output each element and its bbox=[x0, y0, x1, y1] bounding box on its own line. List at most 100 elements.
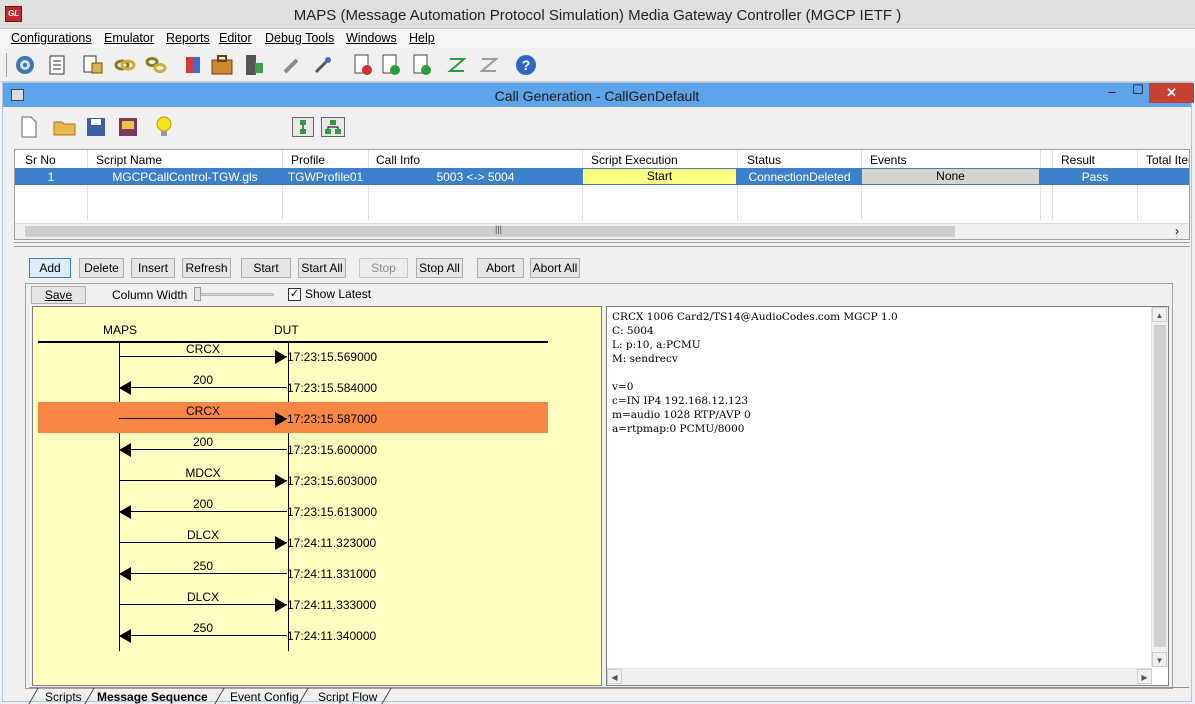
arrow-left-icon bbox=[119, 505, 131, 519]
table-row[interactable]: 1 MGCPCallControl-TGW.gls TGWProfile01 5… bbox=[15, 168, 1189, 185]
cell-sr-no: 1 bbox=[47, 170, 55, 184]
sequence-message-row[interactable]: DLCX 17:24:11.323000 bbox=[33, 526, 601, 557]
help-icon[interactable]: ? bbox=[513, 52, 539, 78]
column-width-slider[interactable] bbox=[194, 293, 274, 296]
arrow-left-icon bbox=[119, 629, 131, 643]
col-sr-no[interactable]: Sr No bbox=[25, 153, 56, 167]
detail-horizontal-scrollbar[interactable]: ◀ ▶ bbox=[607, 668, 1152, 685]
col-events[interactable]: Events bbox=[870, 153, 907, 167]
show-latest-label: Show Latest bbox=[305, 287, 372, 301]
message-timestamp: 17:24:11.331000 bbox=[287, 567, 377, 581]
col-script-name[interactable]: Script Name bbox=[96, 153, 162, 167]
cell-events[interactable]: None bbox=[862, 169, 1039, 184]
menu-emulator[interactable]: Emulator bbox=[104, 31, 154, 45]
sequence-message-row[interactable]: CRCX 17:23:15.569000 bbox=[33, 340, 601, 371]
chain-icon[interactable] bbox=[143, 52, 169, 78]
scroll-left-icon[interactable]: ◀ bbox=[607, 669, 622, 684]
col-status[interactable]: Status bbox=[747, 153, 781, 167]
show-latest-checkbox[interactable]: ✓ bbox=[288, 288, 301, 301]
splitter[interactable] bbox=[14, 242, 1190, 247]
message-label: 200 bbox=[192, 373, 214, 387]
message-label: CRCX bbox=[185, 342, 220, 356]
menu-configurations[interactable]: Configurations bbox=[11, 31, 92, 45]
message-arrow-line bbox=[119, 511, 287, 512]
sequence-message-row[interactable]: 200 17:23:15.584000 bbox=[33, 371, 601, 402]
message-label: 200 bbox=[192, 497, 214, 511]
menu-help[interactable]: Help bbox=[409, 31, 435, 45]
sequence-message-row[interactable]: 200 17:23:15.600000 bbox=[33, 433, 601, 464]
message-timestamp: 17:23:15.587000 bbox=[287, 412, 378, 426]
cell-call-info: 5003 <-> 5004 bbox=[436, 170, 515, 184]
scroll-down-icon[interactable]: ▼ bbox=[1152, 652, 1167, 667]
scroll-right-icon[interactable]: › bbox=[1175, 224, 1179, 238]
save-as-icon[interactable] bbox=[116, 115, 140, 139]
doc-p-icon[interactable] bbox=[409, 52, 435, 78]
sequence-message-row[interactable]: 250 17:24:11.331000 bbox=[33, 557, 601, 588]
insert-button[interactable]: Insert bbox=[131, 258, 175, 278]
col-total-iter[interactable]: Total Iter bbox=[1146, 153, 1189, 167]
minimize-button[interactable]: – bbox=[1101, 84, 1123, 104]
start-all-button[interactable]: Start All bbox=[298, 258, 346, 278]
scrollbar-thumb[interactable]: ||| bbox=[25, 224, 955, 237]
doc-d-icon[interactable] bbox=[350, 52, 376, 78]
message-detail-pane[interactable]: CRCX 1006 Card2/TS14@AudioCodes.com MGCP… bbox=[606, 306, 1169, 686]
database-icon[interactable] bbox=[180, 52, 206, 78]
stop-button[interactable]: Stop bbox=[359, 258, 408, 278]
add-button[interactable]: Add bbox=[29, 258, 71, 278]
configuration-gear-icon[interactable] bbox=[12, 52, 38, 78]
arrow-right-icon bbox=[275, 536, 287, 550]
abort-all-button[interactable]: Abort All bbox=[530, 258, 580, 278]
sequence-message-row[interactable]: 200 17:23:15.613000 bbox=[33, 495, 601, 526]
sequence-message-row[interactable]: MDCX 17:23:15.603000 bbox=[33, 464, 601, 495]
bulb-icon[interactable] bbox=[152, 115, 176, 139]
menu-reports[interactable]: Reports bbox=[166, 31, 210, 45]
maximize-button[interactable]: ☐ bbox=[1127, 82, 1149, 102]
scroll-right-icon[interactable]: ▶ bbox=[1137, 669, 1152, 684]
call-generation-window: Call Generation - CallGenDefault – ☐ ✕ S… bbox=[2, 82, 1194, 704]
col-result[interactable]: Result bbox=[1061, 153, 1095, 167]
open-folder-icon[interactable] bbox=[53, 115, 77, 139]
close-button[interactable]: ✕ bbox=[1149, 83, 1194, 103]
sequence-message-row[interactable]: CRCX 17:23:15.587000 bbox=[38, 402, 548, 433]
sync-icon[interactable] bbox=[444, 52, 470, 78]
menu-editor[interactable]: Editor bbox=[219, 31, 252, 45]
svg-text:?: ? bbox=[522, 57, 531, 73]
message-label: 200 bbox=[192, 435, 214, 449]
scroll-grip: ||| bbox=[495, 224, 503, 234]
wizard-icon[interactable] bbox=[310, 52, 336, 78]
save-icon[interactable] bbox=[84, 115, 108, 139]
slider-thumb[interactable] bbox=[194, 287, 201, 301]
message-arrow-line bbox=[119, 573, 287, 574]
tree-layout-icon[interactable] bbox=[321, 117, 345, 137]
menu-windows[interactable]: Windows bbox=[346, 31, 397, 45]
grid-horizontal-scrollbar[interactable]: ||| › bbox=[15, 223, 1189, 239]
refresh-button[interactable]: Refresh bbox=[182, 258, 231, 278]
tools-icon[interactable] bbox=[279, 52, 305, 78]
col-call-info[interactable]: Call Info bbox=[376, 153, 420, 167]
new-file-icon[interactable] bbox=[17, 115, 41, 139]
message-detail-text: CRCX 1006 Card2/TS14@AudioCodes.com MGCP… bbox=[612, 311, 898, 435]
trace-icon[interactable] bbox=[476, 52, 502, 78]
cell-script-execution[interactable]: Start bbox=[583, 169, 736, 184]
server-icon[interactable] bbox=[241, 52, 267, 78]
profile-editor-icon[interactable] bbox=[80, 52, 106, 78]
col-script-execution[interactable]: Script Execution bbox=[591, 153, 678, 167]
scroll-up-icon[interactable]: ▲ bbox=[1152, 307, 1167, 322]
script-list-icon[interactable] bbox=[44, 52, 70, 78]
link-icon[interactable] bbox=[112, 52, 138, 78]
stop-all-button[interactable]: Stop All bbox=[416, 258, 463, 278]
sequence-message-row[interactable]: 250 17:24:11.340000 bbox=[33, 619, 601, 650]
delete-button[interactable]: Delete bbox=[79, 258, 124, 278]
detail-vertical-scrollbar[interactable]: ▲ ▼ bbox=[1151, 307, 1168, 667]
scrollbar-thumb[interactable] bbox=[1154, 325, 1166, 647]
sequence-message-row[interactable]: DLCX 17:24:11.333000 bbox=[33, 588, 601, 619]
menu-debug-tools[interactable]: Debug Tools bbox=[265, 31, 334, 45]
abort-button[interactable]: Abort bbox=[477, 258, 524, 278]
save-sequence-button[interactable]: Save bbox=[31, 286, 86, 304]
briefcase-icon[interactable] bbox=[209, 52, 235, 78]
arrow-left-icon bbox=[119, 381, 131, 395]
doc-c-icon[interactable] bbox=[378, 52, 404, 78]
col-profile[interactable]: Profile bbox=[291, 153, 325, 167]
start-button[interactable]: Start bbox=[241, 258, 291, 278]
vertical-layout-icon[interactable] bbox=[292, 117, 314, 137]
